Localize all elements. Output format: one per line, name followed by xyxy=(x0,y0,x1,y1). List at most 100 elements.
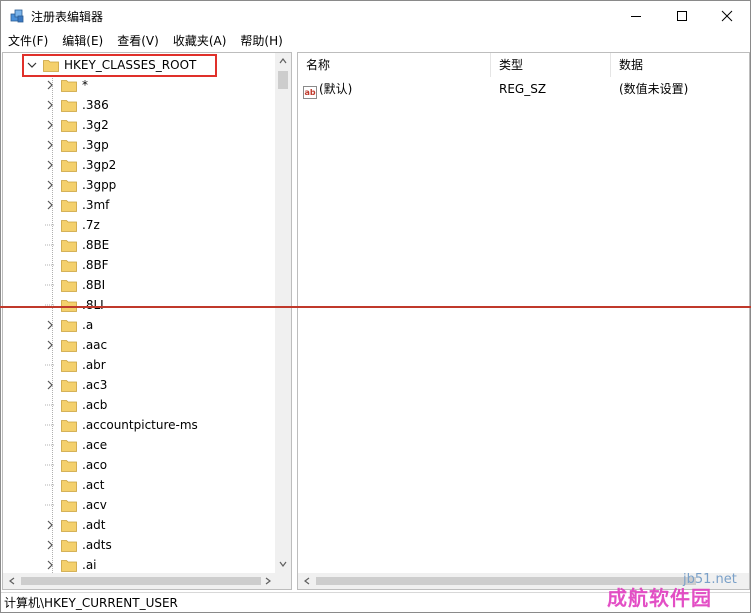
folder-icon xyxy=(61,498,77,512)
value-name-cell: ab (默认) xyxy=(303,79,352,99)
chevron-right-icon[interactable] xyxy=(43,555,57,573)
folder-icon xyxy=(61,78,77,92)
tree-item[interactable]: .acb xyxy=(43,395,107,415)
tree-item[interactable]: .7z xyxy=(43,215,100,235)
tree-item-label: .8BI xyxy=(82,278,106,292)
tree-item-label: .8BE xyxy=(82,238,110,252)
tree-item[interactable]: .ace xyxy=(43,435,107,455)
column-header-name[interactable]: 名称 xyxy=(298,53,491,77)
tree-item-label: .8BF xyxy=(82,258,109,272)
tree-item[interactable]: .ai xyxy=(43,555,97,573)
column-header-type[interactable]: 类型 xyxy=(491,53,611,77)
tree-vertical-scroll-thumb[interactable] xyxy=(278,71,288,89)
tree-item-label: .aac xyxy=(82,338,108,352)
values-list-pane[interactable]: 名称 类型 数据 ab (默认) REG_SZ (数值未设置) xyxy=(297,52,750,590)
maximize-button[interactable] xyxy=(659,1,705,31)
chevron-right-icon[interactable] xyxy=(43,115,57,135)
tree-item[interactable]: .3gp xyxy=(43,135,109,155)
folder-icon xyxy=(61,218,77,232)
folder-icon xyxy=(61,318,77,332)
menu-view[interactable]: 查看(V) xyxy=(110,31,166,51)
tree-item[interactable]: .8BE xyxy=(43,235,109,255)
registry-tree: HKEY_CLASSES_ROOT * .386 .3g2 .3gp .3gp2 .3gp… xyxy=(3,53,275,573)
tree-item[interactable]: .act xyxy=(43,475,104,495)
tree-horizontal-scrollbar[interactable] xyxy=(3,573,291,589)
tree-connector xyxy=(43,435,57,455)
chevron-right-icon[interactable] xyxy=(43,95,57,115)
tree-connector xyxy=(43,215,57,235)
tree-root-row[interactable]: HKEY_CLASSES_ROOT xyxy=(25,55,196,75)
red-guide-line xyxy=(0,306,751,308)
tree-item[interactable]: * xyxy=(43,75,88,95)
tree-horizontal-scroll-thumb[interactable] xyxy=(21,577,261,585)
tree-item[interactable]: .adts xyxy=(43,535,112,555)
tree-item[interactable]: .386 xyxy=(43,95,109,115)
tree-item[interactable]: .a xyxy=(43,315,93,335)
value-type: REG_SZ xyxy=(499,82,547,96)
registry-tree-pane[interactable]: HKEY_CLASSES_ROOT * .386 .3g2 .3gp .3gp2 .3gp… xyxy=(2,52,292,590)
tree-connector xyxy=(43,295,57,315)
scroll-up-arrow-icon[interactable] xyxy=(279,57,287,65)
chevron-right-icon[interactable] xyxy=(43,335,57,355)
tree-item-label: .act xyxy=(82,478,105,492)
tree-item-label: .abr xyxy=(82,358,106,372)
folder-icon xyxy=(61,358,77,372)
chevron-right-icon[interactable] xyxy=(43,315,57,335)
chevron-right-icon[interactable] xyxy=(43,155,57,175)
menu-help[interactable]: 帮助(H) xyxy=(233,31,289,51)
column-header-data[interactable]: 数据 xyxy=(611,53,749,77)
tree-item[interactable]: .accountpicture-ms xyxy=(43,415,198,435)
tree-connector xyxy=(43,495,57,515)
tree-connector xyxy=(43,275,57,295)
folder-icon xyxy=(61,98,77,112)
minimize-button[interactable] xyxy=(613,1,659,31)
menu-favorites[interactable]: 收藏夹(A) xyxy=(166,31,234,51)
chevron-right-icon[interactable] xyxy=(43,535,57,555)
chevron-right-icon[interactable] xyxy=(43,75,57,95)
tree-connector xyxy=(43,235,57,255)
regedit-app-icon xyxy=(9,8,25,24)
maximize-icon xyxy=(677,11,687,21)
chevron-right-icon[interactable] xyxy=(43,375,57,395)
folder-icon xyxy=(61,158,77,172)
tree-item[interactable]: .3mf xyxy=(43,195,109,215)
tree-item[interactable]: .abr xyxy=(43,355,106,375)
tree-item[interactable]: .3gpp xyxy=(43,175,116,195)
tree-item[interactable]: .8BI xyxy=(43,275,105,295)
tree-connector xyxy=(43,355,57,375)
tree-vertical-scrollbar[interactable] xyxy=(275,53,291,573)
tree-item[interactable]: .adt xyxy=(43,515,106,535)
tree-item[interactable]: .aac xyxy=(43,335,107,355)
scroll-left-arrow-icon[interactable] xyxy=(303,577,311,585)
folder-icon xyxy=(43,58,59,72)
tree-item[interactable]: .ac3 xyxy=(43,375,107,395)
folder-icon xyxy=(61,258,77,272)
chevron-right-icon[interactable] xyxy=(43,135,57,155)
chevron-right-icon[interactable] xyxy=(43,175,57,195)
scroll-left-arrow-icon[interactable] xyxy=(8,577,16,585)
menu-edit[interactable]: 编辑(E) xyxy=(55,31,110,51)
tree-item[interactable]: .8LI xyxy=(43,295,104,315)
chevron-right-icon[interactable] xyxy=(43,195,57,215)
chevron-down-icon[interactable] xyxy=(25,55,39,75)
close-icon xyxy=(721,10,733,22)
tree-item[interactable]: .3gp2 xyxy=(43,155,116,175)
tree-item-label: .acb xyxy=(82,398,108,412)
folder-icon xyxy=(61,298,77,312)
tree-item[interactable]: .3g2 xyxy=(43,115,109,135)
tree-item[interactable]: .aco xyxy=(43,455,107,475)
tree-item-label: .adt xyxy=(82,518,106,532)
tree-item[interactable]: .acv xyxy=(43,495,107,515)
title-bar[interactable]: 注册表编辑器 xyxy=(1,1,750,31)
tree-item-label: .3gpp xyxy=(82,178,117,192)
menu-file[interactable]: 文件(F) xyxy=(1,31,55,51)
folder-icon xyxy=(61,118,77,132)
close-button[interactable] xyxy=(704,1,750,31)
scroll-right-arrow-icon[interactable] xyxy=(264,577,272,585)
chevron-right-icon[interactable] xyxy=(43,515,57,535)
tree-item[interactable]: .8BF xyxy=(43,255,109,275)
scroll-down-arrow-icon[interactable] xyxy=(279,560,287,568)
menu-bar: 文件(F) 编辑(E) 查看(V) 收藏夹(A) 帮助(H) xyxy=(1,31,750,51)
tree-connector xyxy=(43,475,57,495)
tree-item-label: .ac3 xyxy=(82,378,108,392)
